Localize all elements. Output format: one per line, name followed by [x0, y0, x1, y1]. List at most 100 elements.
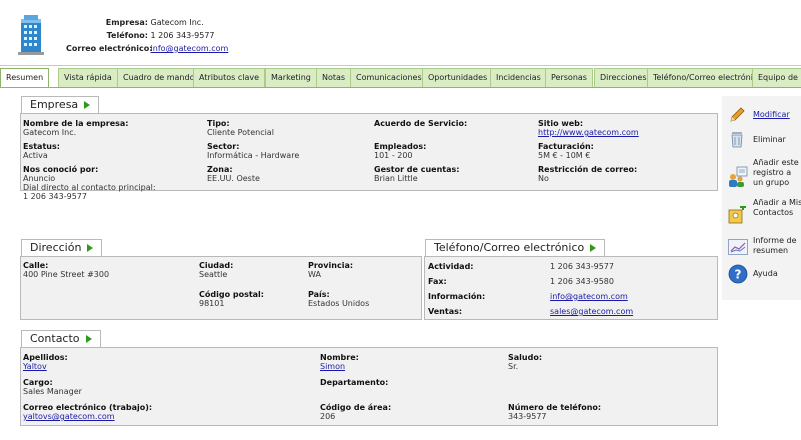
estatus-value: Activa: [23, 151, 48, 160]
empresa-title: Empresa: [30, 98, 79, 111]
nombre-empresa-value: Gatecom Inc.: [23, 128, 77, 137]
codigo-area-value: 206: [320, 412, 336, 421]
informacion-link[interactable]: info@gatecom.com: [550, 292, 628, 301]
zona-value: EE.UU. Oeste: [207, 174, 260, 183]
direccion-section-tab[interactable]: Dirección: [21, 239, 103, 257]
saludo-value: Sr.: [508, 362, 519, 371]
tab-oportunidades[interactable]: Oportunidades: [422, 68, 494, 87]
saludo-label: Saludo:: [508, 353, 543, 362]
contacto-title: Contacto: [30, 332, 80, 345]
header-email-link[interactable]: info@gatecom.com: [151, 44, 229, 53]
pais-value: Estados Unidos: [308, 299, 370, 308]
acuerdo-label: Acuerdo de Servicio:: [374, 119, 468, 128]
report-chart-icon: [728, 239, 748, 255]
tab-marketing[interactable]: Marketing: [265, 68, 317, 87]
expand-arrow-icon[interactable]: [87, 244, 94, 252]
header-company-value: Gatecom Inc.: [150, 18, 204, 27]
tab-direcciones[interactable]: Direcciones: [594, 68, 653, 87]
correo-trabajo-label: Correo electrónico (trabajo):: [23, 403, 153, 412]
apellidos-link[interactable]: Yaltov: [23, 362, 47, 371]
ayuda-label: Ayuda: [753, 269, 778, 278]
ciudad-label: Ciudad:: [199, 261, 234, 270]
gestor-label: Gestor de cuentas:: [374, 165, 460, 174]
codigo-postal-value: 98101: [199, 299, 225, 308]
calle-label: Calle:: [23, 261, 49, 270]
header-phone-value: 1 206 343-9577: [150, 31, 215, 40]
building-icon: [18, 15, 44, 55]
tab-resumen[interactable]: Resumen: [0, 68, 50, 87]
header-company-label: Empresa:: [105, 18, 148, 27]
modificar-label: Modificar: [753, 110, 790, 119]
expand-arrow-icon[interactable]: [84, 101, 91, 109]
pencil-icon: [730, 107, 745, 122]
correo-trabajo-link[interactable]: yaltovs@gatecom.com: [23, 412, 115, 421]
tab-comunicaciones[interactable]: Comunicaciones: [350, 68, 428, 87]
nombre-label: Nombre:: [320, 353, 359, 362]
actions-sidebar: Modificar Eliminar Añadir este registro …: [722, 96, 801, 300]
fax-label: Fax:: [428, 277, 447, 286]
ventas-label: Ventas:: [428, 307, 463, 316]
calle-value: 400 Pine Street #300: [23, 270, 110, 279]
sector-value: Informática - Hardware: [207, 151, 300, 160]
actividad-value: 1 206 343-9577: [550, 262, 614, 271]
expand-arrow-icon[interactable]: [590, 244, 597, 252]
codigo-postal-label: Código postal:: [199, 290, 264, 299]
web-label: Sitio web:: [538, 119, 584, 128]
svg-text:?: ?: [735, 268, 742, 282]
tab-telefono-correo[interactable]: Teléfono/Correo electrónico: [647, 68, 769, 87]
dial-label: Dial directo al contacto principal:: [23, 183, 156, 192]
informacion-label: Información:: [428, 292, 486, 301]
ayuda-button[interactable]: ? Ayuda: [728, 264, 801, 286]
restriccion-value: No: [538, 174, 549, 183]
expand-arrow-icon[interactable]: [85, 335, 92, 343]
eliminar-label: Eliminar: [753, 135, 786, 144]
ciudad-value: Seattle: [199, 270, 228, 279]
tab-incidencias[interactable]: Incidencias: [490, 68, 547, 87]
dial-value: 1 206 343-9577: [23, 192, 87, 201]
direccion-title: Dirección: [30, 241, 82, 254]
codigo-area-label: Código de área:: [320, 403, 392, 412]
estatus-label: Estatus:: [23, 142, 60, 151]
empresa-panel: Nombre de la empresa: Gatecom Inc. Estatu…: [20, 113, 718, 201]
contacto-panel: Apellidos: Yaltov Cargo: Sales Manager Cor…: [20, 347, 718, 426]
header-email-label: Correo electrónico:: [66, 44, 153, 53]
tab-vista-rapida[interactable]: Vista rápida: [58, 68, 118, 87]
add-to-group-icon: [729, 166, 748, 187]
empleados-value: 101 - 200: [374, 151, 413, 160]
ventas-link[interactable]: sales@gatecom.com: [550, 307, 633, 316]
telefono-section-tab[interactable]: Teléfono/Correo electrónico: [425, 239, 606, 257]
fax-value: 1 206 343-9580: [550, 277, 614, 286]
tab-personas[interactable]: Personas: [545, 68, 593, 87]
apellidos-label: Apellidos:: [23, 353, 68, 362]
contacto-section-tab[interactable]: Contacto: [21, 330, 101, 348]
facturacion-value: 5M € - 10M €: [538, 151, 591, 160]
direccion-panel: Calle: 400 Pine Street #300 Ciudad: Seattl…: [20, 256, 422, 320]
add-contact-icon: [728, 206, 746, 224]
anadir-contactos-button[interactable]: Añadir a Mis Contactos: [728, 198, 801, 238]
provincia-value: WA: [308, 270, 321, 279]
conocio-value: Anuncio: [23, 174, 56, 183]
nombre-link[interactable]: Simon: [320, 362, 345, 371]
empleados-label: Empleados:: [374, 142, 427, 151]
modificar-button[interactable]: Modificar: [728, 106, 801, 124]
anadir-contactos-label: Añadir a Mis Contactos: [753, 198, 801, 217]
gestor-value: Brian Little: [374, 174, 418, 183]
pais-label: País:: [308, 290, 330, 299]
tab-equipo[interactable]: Equipo de: [752, 68, 801, 87]
tab-atributos-clave[interactable]: Atributos clave: [193, 68, 266, 87]
cargo-label: Cargo:: [23, 378, 53, 387]
tab-cuadro-de-mando[interactable]: Cuadro de mando: [117, 68, 201, 87]
numero-telefono-label: Número de teléfono:: [508, 403, 602, 412]
tipo-label: Tipo:: [207, 119, 230, 128]
tab-notas[interactable]: Notas: [316, 68, 352, 87]
web-link[interactable]: http://www.gatecom.com: [538, 128, 639, 137]
telefono-panel: Actividad: 1 206 343-9577 Fax: 1 206 343…: [424, 256, 718, 320]
empresa-section-tab[interactable]: Empresa: [21, 96, 100, 114]
informe-resumen-button[interactable]: Informe de resumen: [728, 236, 801, 260]
eliminar-button[interactable]: Eliminar: [728, 130, 801, 150]
conocio-label: Nos conoció por:: [23, 165, 99, 174]
facturacion-label: Facturación:: [538, 142, 594, 151]
record-header: Empresa: Gatecom Inc. Teléfono: 1 206 34…: [0, 0, 801, 66]
header-phone-label: Teléfono:: [106, 31, 148, 40]
anadir-grupo-button[interactable]: Añadir este registro a un grupo: [728, 158, 801, 198]
